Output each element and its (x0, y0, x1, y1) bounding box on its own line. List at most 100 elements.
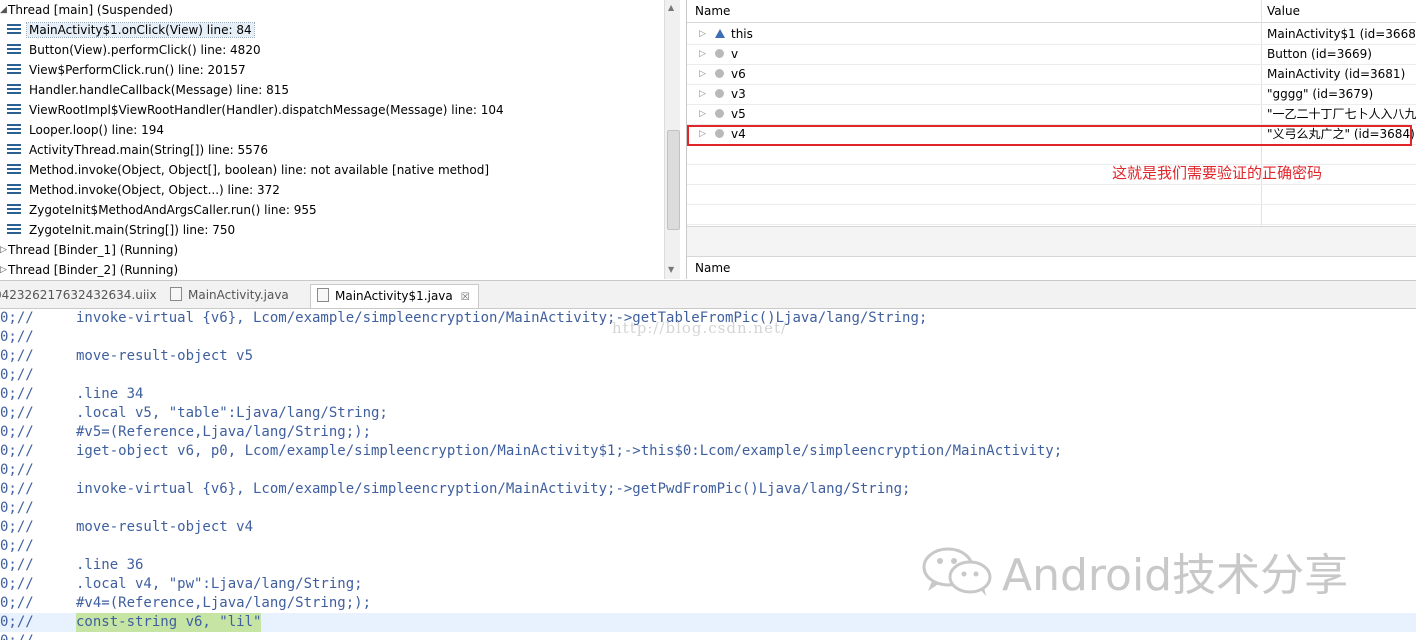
column-header-value[interactable]: Value (1267, 0, 1300, 22)
code-line[interactable]: 0;// iget-object v6, p0, Lcom/example/sim… (0, 442, 1416, 461)
collapse-arrow-icon[interactable]: ◢ (0, 0, 8, 20)
variable-name: v (731, 47, 739, 61)
line-marker: 0;// (0, 519, 34, 535)
stack-frame-label: Looper.loop() line: 194 (29, 123, 165, 137)
code-line[interactable]: 0;// (0, 499, 1416, 518)
variable-name: this (731, 27, 753, 41)
line-marker: 0;// (0, 462, 34, 478)
wechat-icon (922, 547, 992, 596)
code-text: invoke-virtual {v6}, Lcom/example/simple… (76, 481, 911, 497)
expand-arrow-icon[interactable]: ▷ (0, 260, 8, 279)
stack-frame-label: View$PerformClick.run() line: 20157 (29, 63, 246, 77)
variable-row[interactable]: ▷ v5 "一乙二十丁厂七卜人入八九 (687, 104, 1416, 125)
variable-value: "一乙二十丁厂七卜人入八九 (1267, 107, 1416, 121)
stack-frame-label: ZygoteInit.main(String[]) line: 750 (29, 223, 236, 237)
thread-binder-1[interactable]: ▷Thread [Binder_1] (Running) (0, 240, 178, 260)
code-text: move-result-object v4 (76, 519, 254, 535)
debug-scrollbar[interactable]: ▲ ▼ (664, 0, 680, 279)
line-marker: 0;// (0, 386, 34, 402)
stack-frame[interactable]: Method.invoke(Object, Object[], boolean)… (4, 160, 491, 180)
detail-pane-divider[interactable] (687, 226, 1416, 257)
stack-frame-icon (7, 104, 21, 115)
line-marker: 0;// (0, 538, 34, 554)
stack-frame[interactable]: ZygoteInit$MethodAndArgsCaller.run() lin… (4, 200, 319, 220)
expand-arrow-icon[interactable]: ▷ (699, 64, 706, 84)
editor-tab-bar: 042326217632432634.uiix MainActivity.jav… (0, 281, 1416, 309)
stack-frame-label: ZygoteInit$MethodAndArgsCaller.run() lin… (29, 203, 317, 217)
expand-arrow-icon[interactable]: ▷ (699, 104, 706, 124)
variable-value: MainActivity (id=3681) (1267, 67, 1406, 81)
variable-row[interactable]: ▷ v6 MainActivity (id=3681) (687, 64, 1416, 85)
stack-frame-icon (7, 64, 21, 75)
tab-mainactivity1-java[interactable]: MainActivity$1.java ☒ (310, 284, 479, 308)
expand-arrow-icon[interactable]: ▷ (0, 240, 8, 260)
code-line[interactable]: 0;// move-result-object v4 (0, 518, 1416, 537)
tab-label: 042326217632432634.uiix (0, 288, 157, 302)
code-line[interactable]: 0;// move-result-object v5 (0, 347, 1416, 366)
code-line[interactable]: 0;// .line 34 (0, 385, 1416, 404)
stack-frame[interactable]: ViewRootImpl$ViewRootHandler(Handler).di… (4, 100, 506, 120)
scroll-down-icon[interactable]: ▼ (668, 265, 674, 274)
thread-main[interactable]: ◢Thread [main] (Suspended) (0, 0, 173, 20)
thread-label: Thread [Binder_2] (Running) (8, 263, 179, 277)
variable-row[interactable]: ▷ this MainActivity$1 (id=3668) (687, 24, 1416, 45)
stack-frame-label: Method.invoke(Object, Object[], boolean)… (29, 163, 490, 177)
thread-label: Thread [Binder_1] (Running) (8, 243, 179, 257)
stack-frame[interactable]: Method.invoke(Object, Object...) line: 3… (4, 180, 282, 200)
variables-panel: Name Value ▷ this MainActivity$1 (id=366… (686, 0, 1416, 279)
expand-arrow-icon[interactable]: ▷ (699, 44, 706, 64)
stack-frame-icon (7, 204, 21, 215)
stack-frame-icon (7, 144, 21, 155)
stack-frame[interactable]: ZygoteInit.main(String[]) line: 750 (4, 220, 237, 240)
code-text: .line 34 (76, 386, 144, 402)
code-text: .local v4, "pw":Ljava/lang/String; (76, 576, 363, 592)
stack-frame-icon (7, 184, 21, 195)
tab-mainactivity-java[interactable]: MainActivity.java (170, 284, 289, 307)
line-marker: 0;// (0, 443, 34, 459)
field-triangle-icon (715, 29, 725, 38)
code-text: #v5=(Reference,Ljava/lang/String;); (76, 424, 372, 440)
tab-uiix-file[interactable]: 042326217632432634.uiix (0, 284, 157, 307)
brand-text: Android技术分享 (1002, 550, 1349, 601)
variables-header: Name Value (687, 0, 1416, 23)
highlight-box (687, 125, 1412, 146)
expand-arrow-icon[interactable]: ▷ (699, 84, 706, 104)
thread-binder-2[interactable]: ▷Thread [Binder_2] (Running) (0, 260, 178, 279)
close-icon[interactable]: ☒ (461, 292, 470, 303)
code-line[interactable]: 0;// (0, 366, 1416, 385)
line-marker: 0;// (0, 595, 34, 611)
scroll-up-icon[interactable]: ▲ (668, 3, 674, 12)
stack-frame[interactable]: ActivityThread.main(String[]) line: 5576 (4, 140, 270, 160)
variable-row[interactable]: ▷ v Button (id=3669) (687, 44, 1416, 65)
stack-frame-icon (7, 84, 21, 95)
code-line[interactable]: 0;// #v5=(Reference,Ljava/lang/String;); (0, 423, 1416, 442)
code-line-current[interactable]: 0;// const-string v6, "lil" (0, 613, 1416, 632)
stack-frame[interactable]: Looper.loop() line: 194 (4, 120, 166, 140)
java-file-icon (170, 287, 182, 301)
stack-frame-label: MainActivity$1.onClick(View) line: 84 (26, 22, 255, 38)
stack-frame[interactable]: MainActivity$1.onClick(View) line: 84 (4, 20, 255, 40)
detail-header: Name (687, 256, 1416, 279)
stack-frame[interactable]: Button(View).performClick() line: 4820 (4, 40, 263, 60)
stack-frame-icon (7, 124, 21, 135)
line-marker: 0;// (0, 557, 34, 573)
variable-row[interactable]: ▷ v3 "gggg" (id=3679) (687, 84, 1416, 105)
column-header-name[interactable]: Name (695, 0, 730, 22)
stack-frame[interactable]: View$PerformClick.run() line: 20157 (4, 60, 248, 80)
code-line[interactable]: 0;// .local v5, "table":Ljava/lang/String… (0, 404, 1416, 423)
code-editor: 042326217632432634.uiix MainActivity.jav… (0, 280, 1416, 640)
variable-row-empty (687, 204, 1416, 225)
code-line[interactable]: 0;// invoke-virtual {v6}, Lcom/example/si… (0, 480, 1416, 499)
variable-name: v3 (731, 87, 746, 101)
stack-frame-label: ViewRootImpl$ViewRootHandler(Handler).di… (29, 103, 504, 117)
stack-frame[interactable]: Handler.handleCallback(Message) line: 81… (4, 80, 291, 100)
stack-frame-icon (7, 24, 21, 35)
line-marker: 0;// (0, 329, 34, 345)
code-text: invoke-virtual {v6}, Lcom/example/simple… (76, 310, 928, 326)
variable-row-empty (687, 184, 1416, 205)
code-line[interactable]: 0;// (0, 461, 1416, 480)
scroll-thumb[interactable] (667, 130, 680, 230)
code-text: #v4=(Reference,Ljava/lang/String;); (76, 595, 372, 611)
expand-arrow-icon[interactable]: ▷ (699, 24, 706, 44)
detail-column-header-name[interactable]: Name (695, 257, 730, 279)
